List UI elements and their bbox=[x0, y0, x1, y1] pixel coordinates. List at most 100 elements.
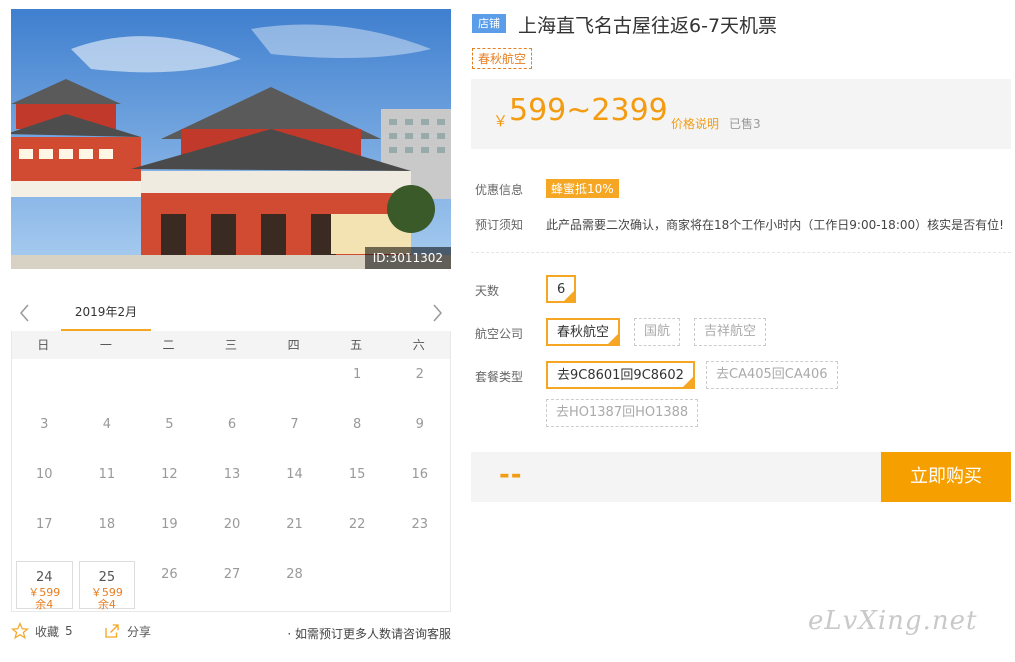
calendar-day-number: 6 bbox=[227, 417, 237, 432]
days-option[interactable]: 6 bbox=[546, 275, 577, 303]
calendar-day-number: 14 bbox=[286, 467, 303, 482]
watermark: eLvXing.net bbox=[808, 606, 978, 636]
sold-count: 已售3 bbox=[729, 117, 761, 131]
weekday-label: 三 bbox=[225, 338, 238, 352]
calendar-day: 17 bbox=[16, 509, 73, 559]
share-label: 分享 bbox=[127, 624, 152, 639]
calendar-day-number: 9 bbox=[415, 417, 424, 432]
calendar-day: 26 bbox=[141, 559, 198, 609]
calendar-day-number: 24 bbox=[36, 570, 53, 585]
buy-now-button[interactable]: 立即购买 bbox=[881, 452, 1011, 502]
weekday-label: 四 bbox=[287, 338, 300, 352]
product-title: 上海直飞名古屋往返6-7天机票 bbox=[518, 15, 778, 37]
calendar-day-remaining: 余4 bbox=[97, 598, 116, 611]
star-icon bbox=[11, 622, 29, 640]
calendar-day: 14 bbox=[266, 459, 323, 509]
package-label: 套餐类型 bbox=[475, 370, 524, 384]
calendar-day-remaining: 余4 bbox=[35, 598, 54, 611]
share-icon bbox=[105, 624, 119, 638]
share-button[interactable]: 分享 bbox=[103, 622, 151, 640]
package-option-ca[interactable]: 去CA405回CA406 bbox=[706, 361, 838, 389]
calendar-day: 21 bbox=[266, 509, 323, 559]
calendar-day-number: 21 bbox=[286, 517, 303, 532]
calendar-day: 27 bbox=[204, 559, 261, 609]
calendar-prev-button[interactable] bbox=[15, 302, 35, 324]
calendar-day: 13 bbox=[204, 459, 261, 509]
product-photo: ID:3011302 bbox=[11, 9, 451, 269]
calendar-day: 8 bbox=[329, 409, 386, 459]
calendar: 日一二三四五六 1 2 3 4 5 6 7 8 9 10 11 12 13 14 15 16 17 18 19 20 2… bbox=[11, 331, 451, 612]
calendar-day bbox=[79, 359, 136, 409]
calendar-day-number: 15 bbox=[348, 467, 366, 482]
total-price: -- bbox=[499, 460, 523, 490]
calendar-day-number: 1 bbox=[352, 367, 362, 382]
calendar-grid: 1 2 3 4 5 6 7 8 9 10 11 12 13 14 15 16 17 18 19 20 21 22 23 24 ￥… bbox=[12, 359, 450, 611]
calendar-day-number: 19 bbox=[161, 517, 178, 532]
store-tag[interactable]: 店铺 bbox=[472, 14, 506, 33]
calendar-day: 1 bbox=[329, 359, 386, 409]
price-box: ￥ 599~2399 价格说明 已售3 bbox=[471, 79, 1011, 149]
airline-tag: 春秋航空 bbox=[472, 48, 533, 69]
notice-label: 预订须知 bbox=[475, 218, 524, 232]
promo-label: 优惠信息 bbox=[475, 183, 524, 197]
calendar-day: 28 bbox=[266, 559, 323, 609]
calendar-header: 2019年2月 bbox=[11, 296, 451, 332]
calendar-day bbox=[266, 359, 323, 409]
favorite-count: 5 bbox=[65, 624, 73, 638]
calendar-day bbox=[204, 359, 261, 409]
calendar-day-number: 22 bbox=[348, 517, 366, 532]
promo-tag: 蜂蜜抵10% bbox=[546, 179, 619, 198]
temple-photo-illustration bbox=[11, 9, 451, 269]
airline-option-spring[interactable]: 春秋航空 bbox=[546, 318, 621, 346]
airline-option-airchina[interactable]: 国航 bbox=[634, 318, 681, 346]
calendar-day-number: 28 bbox=[286, 567, 303, 582]
calendar-day: 7 bbox=[266, 409, 323, 459]
calendar-day-number: 13 bbox=[223, 467, 241, 482]
calendar-day bbox=[16, 359, 73, 409]
calendar-day: 4 bbox=[79, 409, 136, 459]
calendar-day-available[interactable]: 25 ￥599 余4 bbox=[78, 561, 136, 611]
calendar-day bbox=[329, 559, 386, 609]
bottom-bar: 收藏 5 分享 · 如需预订更多人数请咨询客服 bbox=[11, 622, 451, 644]
notice-text: 此产品需要二次确认，商家将在18个工作小时内（工作日9:00-18:00）核实是… bbox=[546, 218, 1004, 232]
calendar-day-number: 17 bbox=[36, 517, 53, 532]
calendar-day-number: 2 bbox=[415, 367, 424, 382]
calendar-day-number: 25 bbox=[98, 570, 116, 585]
calendar-day: 12 bbox=[141, 459, 198, 509]
calendar-day: 11 bbox=[79, 459, 136, 509]
weekday-label: 一 bbox=[99, 338, 112, 352]
calendar-day: 18 bbox=[79, 509, 136, 559]
package-option-ho[interactable]: 去HO1387回HO1388 bbox=[546, 399, 699, 427]
airline-option-juneyao[interactable]: 吉祥航空 bbox=[694, 318, 767, 346]
calendar-next-button[interactable] bbox=[427, 302, 447, 324]
calendar-day-available[interactable]: 24 ￥599 余4 bbox=[16, 561, 73, 611]
favorite-label: 收藏 bbox=[35, 624, 60, 639]
calendar-day: 23 bbox=[391, 509, 448, 559]
calendar-day-number: 8 bbox=[352, 417, 362, 432]
calendar-day-number: 12 bbox=[161, 467, 178, 482]
weekday-label: 五 bbox=[350, 338, 363, 352]
chevron-right-icon bbox=[433, 304, 442, 322]
price-note-link[interactable]: 价格说明 bbox=[671, 115, 719, 132]
weekday-label: 日 bbox=[37, 338, 50, 352]
price-currency: ￥ bbox=[493, 112, 509, 130]
buy-area: -- 立即购买 bbox=[471, 452, 1011, 502]
calendar-day: 9 bbox=[391, 409, 448, 459]
airline-label: 航空公司 bbox=[475, 327, 524, 341]
package-option-9c[interactable]: 去9C8601回9C8602 bbox=[546, 361, 695, 389]
calendar-day-number: 10 bbox=[36, 467, 53, 482]
calendar-day-number: 5 bbox=[165, 417, 174, 432]
calendar-day: 15 bbox=[329, 459, 386, 509]
calendar-day: 22 bbox=[329, 509, 386, 559]
calendar-day bbox=[141, 359, 198, 409]
calendar-day: 20 bbox=[204, 509, 261, 559]
calendar-day: 6 bbox=[204, 409, 261, 459]
calendar-day-number: 23 bbox=[411, 517, 428, 532]
calendar-day: 2 bbox=[391, 359, 448, 409]
calendar-day-number: 16 bbox=[411, 467, 428, 482]
photo-id-badge: ID:3011302 bbox=[364, 247, 451, 269]
price-range: 599~2399 bbox=[509, 93, 668, 128]
weekday-label: 六 bbox=[412, 338, 425, 352]
consult-note: · 如需预订更多人数请咨询客服 bbox=[287, 627, 451, 641]
favorite-button[interactable]: 收藏 5 bbox=[11, 622, 73, 640]
